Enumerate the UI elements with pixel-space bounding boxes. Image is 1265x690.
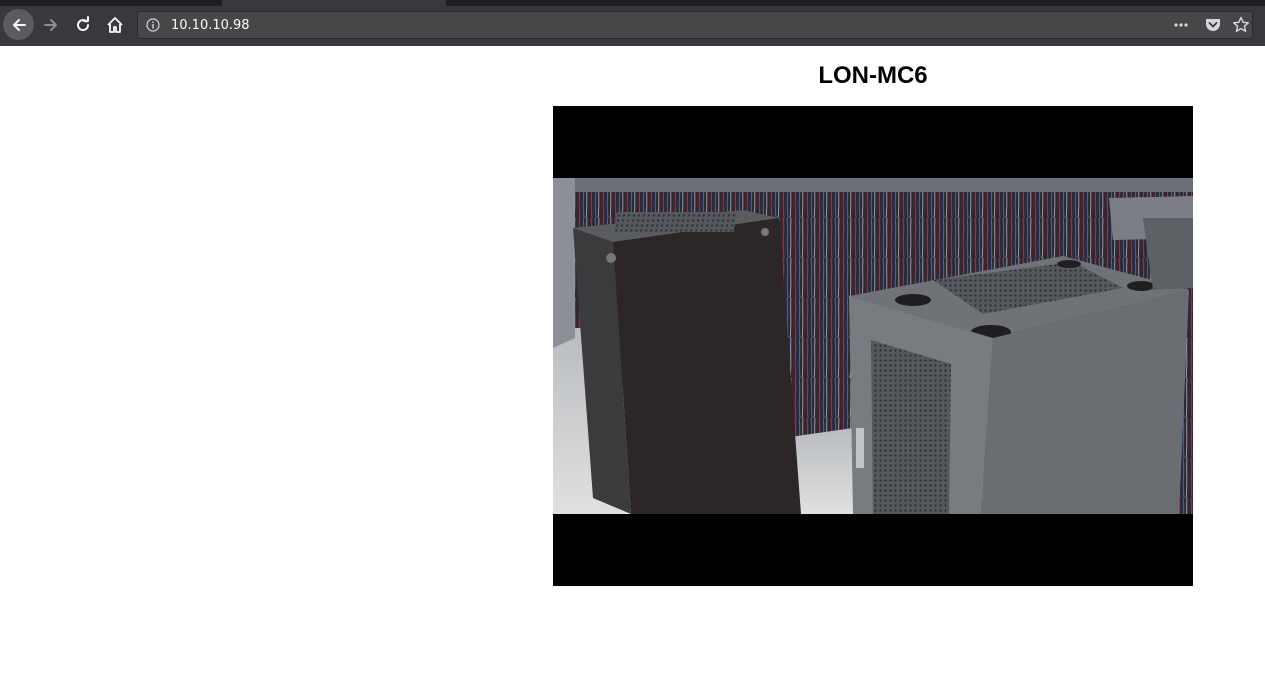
pocket-icon[interactable] [1205, 17, 1221, 33]
url-text[interactable]: 10.10.10.98 [171, 18, 250, 33]
active-tab[interactable] [222, 0, 446, 6]
reload-button[interactable] [68, 10, 98, 40]
back-button[interactable] [3, 9, 34, 40]
home-icon [107, 17, 123, 33]
url-bar[interactable]: 10.10.10.98 [137, 11, 1253, 39]
page-title: LON-MC6 [818, 62, 928, 89]
info-icon[interactable] [146, 18, 160, 32]
star-icon[interactable] [1232, 16, 1250, 34]
forward-arrow-icon [44, 19, 57, 31]
camera-feed-image [553, 106, 1193, 586]
forward-button[interactable] [36, 10, 66, 40]
more-horizontal-icon[interactable] [1174, 18, 1188, 32]
browser-toolbar: 10.10.10.98 [0, 0, 1265, 46]
back-arrow-icon [12, 18, 26, 31]
home-button[interactable] [100, 10, 130, 40]
reload-icon [77, 16, 90, 32]
server-room-picture [553, 178, 1193, 514]
tab-strip [0, 0, 1265, 6]
